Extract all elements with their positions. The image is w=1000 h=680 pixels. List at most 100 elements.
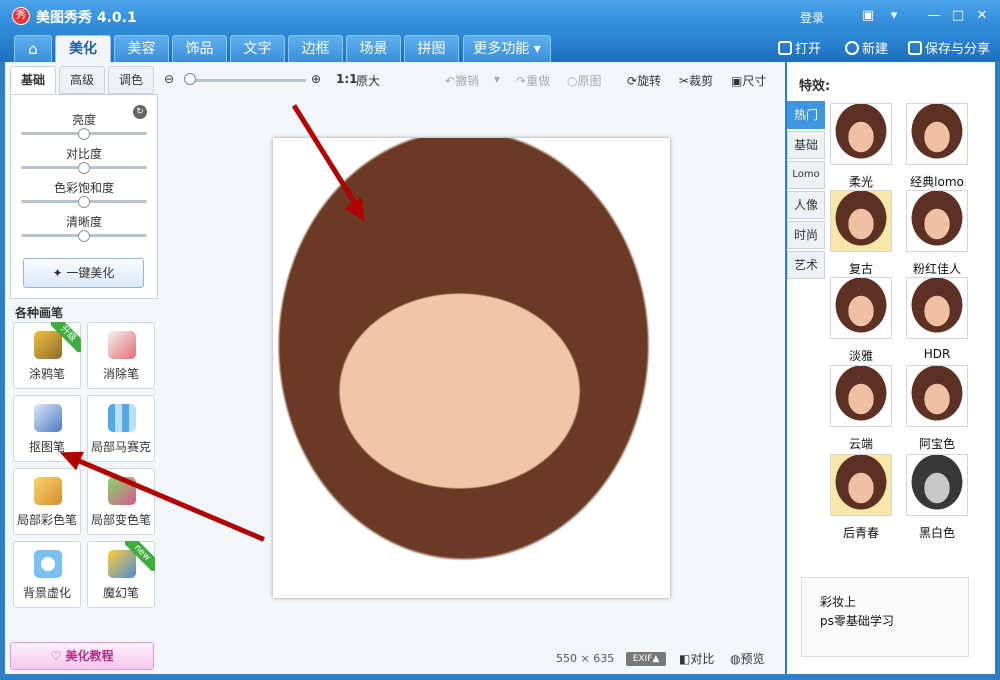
basic-tabs: 基础 高级 调色	[10, 64, 158, 94]
adjustment-panel: ↻ 亮度 对比度 色彩饱和度 清晰度 ✦ 一键美化	[10, 94, 158, 299]
zoom-in-icon[interactable]: ⊕	[311, 72, 321, 86]
effect-thumbnail-youth[interactable]	[830, 454, 892, 516]
category-hot[interactable]: 热门	[787, 101, 825, 129]
brushes-title: 各种画笔	[15, 306, 64, 320]
ad-item[interactable]: 彩妆上	[820, 593, 894, 612]
effect-thumbnail-pink-lady[interactable]	[906, 190, 968, 252]
redo-button[interactable]: ↷重做	[516, 72, 550, 89]
login-link[interactable]: 登录	[800, 9, 824, 26]
tab-more-features[interactable]: 更多功能 ▾	[463, 35, 551, 62]
effect-thumbnail-retro[interactable]	[830, 190, 892, 252]
folder-icon	[778, 41, 792, 55]
preview-button[interactable]: ◍预览	[730, 650, 765, 667]
upgrade-badge: 升级	[51, 322, 81, 352]
undo-icon: ↶	[445, 74, 456, 88]
open-button[interactable]: 打开	[778, 38, 821, 57]
app-title: 美图秀秀 4.0.1	[36, 10, 137, 26]
brightness-slider-handle[interactable]	[78, 128, 90, 140]
original-image-button[interactable]: ○原图	[567, 72, 602, 89]
title-bar: 秀 美图秀秀 4.0.1 登录 ▣ ▾ — □ ✕	[0, 0, 1000, 32]
new-badge: new	[125, 541, 155, 571]
effects-title: 特效:	[799, 79, 831, 94]
effect-label-soft-light: 柔光	[848, 175, 873, 189]
contrast-slider-handle[interactable]	[78, 162, 90, 174]
saturation-label: 色彩饱和度	[53, 181, 114, 195]
effect-thumbnail-cloud[interactable]	[830, 365, 892, 427]
photo-canvas[interactable]	[273, 138, 670, 598]
category-art[interactable]: 艺术	[787, 251, 825, 279]
editor-area: ⊖ ⊕ 1:1 原大 ↶撤销 ▾ ↷重做 ○原图 ⟳旋转 ✂裁剪 ▣尺寸 550…	[160, 62, 785, 674]
tab-beautify[interactable]: 美化	[55, 35, 111, 62]
exif-toggle[interactable]: EXIF▲	[626, 652, 666, 666]
settings-menu-icon[interactable]: ▾	[884, 6, 904, 26]
left-panel: 基础 高级 调色 ↻ 亮度 对比度 色彩饱和度 清晰度 ✦ 一键美化 各种画笔 …	[5, 62, 160, 674]
save-icon	[908, 41, 922, 55]
beautify-tutorial-button[interactable]: ♡ 美化教程	[10, 642, 154, 670]
tab-scene[interactable]: 场景	[346, 35, 401, 62]
save-share-button[interactable]: 保存与分享	[908, 38, 990, 57]
effect-thumbnail-black-white[interactable]	[906, 454, 968, 516]
category-basic[interactable]: 基础	[787, 131, 825, 159]
tab-beauty[interactable]: 美容	[114, 35, 169, 62]
effect-label-classic-lomo: 经典lomo	[910, 175, 964, 189]
maximize-button[interactable]: □	[948, 6, 968, 26]
tab-color-tuning[interactable]: 调色	[108, 66, 154, 94]
brush-eraser[interactable]: 消除笔	[87, 322, 155, 389]
brush-local-color[interactable]: 局部彩色笔	[13, 468, 81, 535]
close-button[interactable]: ✕	[972, 6, 992, 26]
sharpness-label: 清晰度	[65, 215, 102, 229]
contrast-label: 对比度	[65, 147, 102, 161]
brush-magic[interactable]: new 魔幻笔	[87, 541, 155, 608]
effect-thumbnail-elegant[interactable]	[830, 277, 892, 339]
tab-advanced[interactable]: 高级	[59, 66, 105, 94]
ad-list: 彩妆上 ps零基础学习	[820, 593, 894, 631]
sharpness-slider-handle[interactable]	[78, 230, 90, 242]
ad-item[interactable]: ps零基础学习	[820, 612, 894, 631]
category-fashion[interactable]: 时尚	[787, 221, 825, 249]
image-dimensions: 550 × 635	[556, 652, 615, 665]
resize-button[interactable]: ▣尺寸	[731, 72, 766, 89]
tab-accessories[interactable]: 饰品	[172, 35, 227, 62]
saturation-slider-handle[interactable]	[78, 196, 90, 208]
effect-thumbnail-classic-lomo[interactable]	[906, 103, 968, 165]
effect-thumbnail-hdr[interactable]	[906, 277, 968, 339]
preview-icon: ◍	[730, 652, 741, 666]
one-click-beautify-button[interactable]: ✦ 一键美化	[23, 258, 144, 288]
category-portrait[interactable]: 人像	[787, 191, 825, 219]
cutout-pen-icon	[34, 404, 62, 432]
rotate-button[interactable]: ⟳旋转	[627, 72, 661, 89]
rotate-icon: ⟳	[627, 74, 638, 88]
tab-basic[interactable]: 基础	[10, 66, 56, 94]
undo-history-dropdown[interactable]: ▾	[494, 72, 500, 86]
effect-label-retro: 复古	[848, 262, 873, 276]
effect-thumbnail-abao[interactable]	[906, 365, 968, 427]
brush-mosaic[interactable]: 局部马赛克	[87, 395, 155, 462]
crop-button[interactable]: ✂裁剪	[679, 72, 713, 89]
zoom-slider-track[interactable]	[188, 79, 306, 82]
new-button[interactable]: 新建	[845, 38, 888, 57]
category-lomo[interactable]: Lomo	[787, 161, 825, 189]
zoom-slider-handle[interactable]	[184, 73, 196, 85]
blur-icon	[34, 550, 62, 578]
original-size-button[interactable]: 原大	[356, 72, 380, 89]
brush-doodle[interactable]: 升级 涂鸦笔	[13, 322, 81, 389]
effect-label-pink-lady: 粉红佳人	[912, 262, 961, 276]
home-icon: ⌂	[28, 40, 38, 58]
home-tab[interactable]: ⌂	[14, 35, 52, 62]
compare-button[interactable]: ◧对比	[679, 650, 714, 667]
tab-frame[interactable]: 边框	[288, 35, 343, 62]
minimize-button[interactable]: —	[924, 6, 944, 26]
color-brush-icon	[34, 477, 62, 505]
tab-text[interactable]: 文字	[230, 35, 285, 62]
message-icon[interactable]: ▣	[858, 6, 878, 26]
app-logo-icon: 秀	[12, 7, 30, 25]
effect-label-youth: 后青春	[842, 526, 879, 540]
effect-label-hdr: HDR	[923, 347, 951, 361]
zoom-out-icon[interactable]: ⊖	[164, 72, 174, 86]
effect-thumbnail-soft-light[interactable]	[830, 103, 892, 165]
effect-label-black-white: 黑白色	[918, 526, 955, 540]
undo-button[interactable]: ↶撤销	[445, 72, 479, 89]
brush-background-blur[interactable]: 背景虚化	[13, 541, 81, 608]
tab-collage[interactable]: 拼图	[404, 35, 459, 62]
compare-icon: ◧	[679, 652, 691, 666]
